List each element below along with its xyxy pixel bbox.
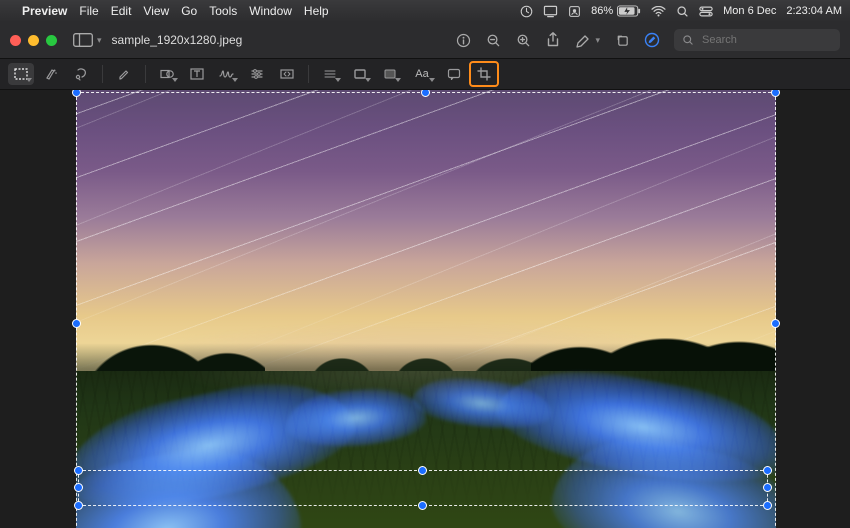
tool-text-style[interactable]: Aa <box>407 63 437 85</box>
crop-handle-ne[interactable] <box>763 466 772 475</box>
tool-shapes[interactable] <box>154 63 180 85</box>
menu-tools[interactable]: Tools <box>209 4 237 18</box>
tool-sign[interactable] <box>214 63 240 85</box>
macos-menubar: Preview File Edit View Go Tools Window H… <box>0 0 850 22</box>
selection-marquee[interactable] <box>76 92 776 528</box>
selection-handle-w[interactable] <box>72 319 81 328</box>
chevron-down-icon[interactable]: ▾ <box>595 35 600 46</box>
status-sync-icon[interactable] <box>520 5 533 18</box>
selection-handle-e[interactable] <box>771 319 780 328</box>
app-name[interactable]: Preview <box>22 4 67 18</box>
tool-annotate[interactable] <box>441 63 467 85</box>
tool-instant-alpha[interactable] <box>38 63 64 85</box>
zoom-out-button[interactable] <box>485 32 501 48</box>
menu-go[interactable]: Go <box>181 4 197 18</box>
markup-toggle-button[interactable] <box>644 32 660 48</box>
document-title: sample_1920x1280.jpeg <box>112 33 243 47</box>
tool-lasso[interactable] <box>68 63 94 85</box>
status-spotlight-icon[interactable] <box>676 5 689 18</box>
tool-border-color[interactable] <box>347 63 373 85</box>
tool-adjust-color[interactable] <box>244 63 270 85</box>
menu-help[interactable]: Help <box>304 4 329 18</box>
tool-crop[interactable] <box>471 63 497 85</box>
crop-handle-se[interactable] <box>763 501 772 510</box>
search-field[interactable] <box>674 29 840 51</box>
status-display-icon[interactable] <box>543 5 558 18</box>
tool-sketch[interactable] <box>111 63 137 85</box>
window-minimize-button[interactable] <box>28 35 39 46</box>
window-close-button[interactable] <box>10 35 21 46</box>
crop-handle-e[interactable] <box>763 483 772 492</box>
menu-window[interactable]: Window <box>249 4 292 18</box>
status-control-center-icon[interactable] <box>699 5 713 18</box>
menu-view[interactable]: View <box>143 4 169 18</box>
battery-icon <box>617 5 641 17</box>
tool-shape-style[interactable] <box>317 63 343 85</box>
search-input[interactable] <box>700 33 824 47</box>
canvas[interactable] <box>0 90 850 528</box>
tool-text[interactable] <box>184 63 210 85</box>
rotate-button[interactable] <box>614 32 630 48</box>
markup-toolbar: Aa <box>0 59 850 90</box>
search-icon <box>682 34 694 46</box>
highlight-button[interactable] <box>575 32 591 48</box>
preview-window: ▾ sample_1920x1280.jpeg ▾ <box>0 22 850 528</box>
zoom-in-button[interactable] <box>515 32 531 48</box>
window-traffic-lights <box>10 35 57 46</box>
tool-adjust-size[interactable] <box>274 63 300 85</box>
window-zoom-button[interactable] <box>46 35 57 46</box>
status-time[interactable]: 2:23:04 AM <box>786 5 842 17</box>
selection-handle-ne[interactable] <box>771 90 780 97</box>
status-date[interactable]: Mon 6 Dec <box>723 5 776 17</box>
window-titlebar: ▾ sample_1920x1280.jpeg ▾ <box>0 22 850 59</box>
menu-edit[interactable]: Edit <box>111 4 132 18</box>
status-wifi-icon[interactable] <box>651 6 666 17</box>
menu-file[interactable]: File <box>79 4 98 18</box>
crop-handle-w[interactable] <box>74 483 83 492</box>
battery-percent: 86% <box>591 5 613 17</box>
selection-handle-nw[interactable] <box>72 90 81 97</box>
status-user-icon[interactable] <box>568 5 581 18</box>
titlebar-actions: ▾ <box>455 29 840 51</box>
selection-handle-n[interactable] <box>421 90 430 97</box>
crop-handle-nw[interactable] <box>74 466 83 475</box>
info-button[interactable] <box>455 32 471 48</box>
status-battery[interactable]: 86% <box>591 5 641 17</box>
crop-handle-s[interactable] <box>418 501 427 510</box>
crop-handle-sw[interactable] <box>74 501 83 510</box>
tool-selection[interactable] <box>8 63 34 85</box>
crop-handle-n[interactable] <box>418 466 427 475</box>
share-button[interactable] <box>545 32 561 48</box>
crop-marquee[interactable] <box>78 470 768 506</box>
chevron-down-icon[interactable]: ▾ <box>97 35 102 46</box>
tool-fill-color[interactable] <box>377 63 403 85</box>
image-stage[interactable] <box>76 90 776 528</box>
sidebar-toggle-button[interactable] <box>73 33 93 47</box>
